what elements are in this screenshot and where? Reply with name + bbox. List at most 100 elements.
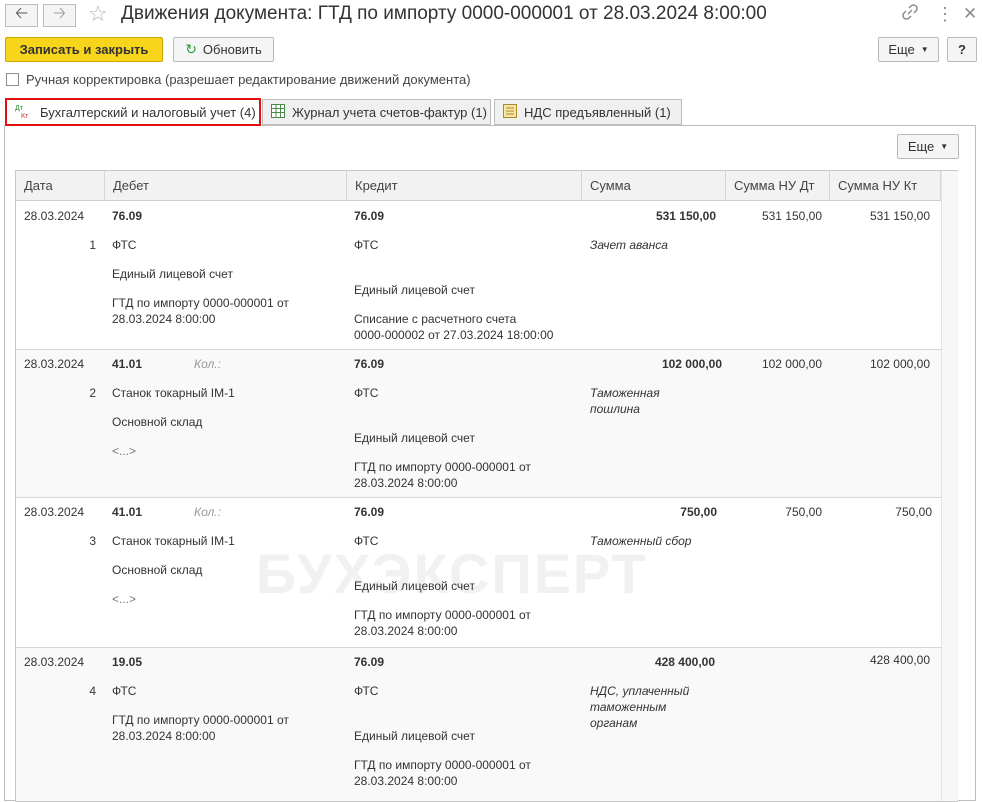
column-header-date[interactable]: Дата [16,171,105,201]
row-debit-sub3: <...> [112,444,137,458]
row-content: НДС, уплаченный [590,684,690,698]
arrow-right-icon: 🡢 [53,5,66,22]
panel-more-button[interactable]: Еще ▼ [897,134,959,159]
row-amount: 531 150,00 [655,209,716,223]
row-credit-sub3: ГТД по импорту 0000-000001 от [354,608,531,622]
column-header-amount[interactable]: Сумма [582,171,726,201]
close-icon[interactable]: ✕ [963,4,977,24]
row-credit-account: 76.09 [354,357,385,371]
row-debit-account: 41.01 [112,505,143,519]
column-header-credit[interactable]: Кредит [347,171,582,201]
row-content-cont: пошлина [590,402,640,416]
tab-accounting[interactable]: Дт Кт Бухгалтерский и налоговый учет (4) [5,98,261,126]
table-icon [271,103,285,121]
refresh-icon: ↻ [185,41,197,57]
row-qty-label: Кол.: [194,505,221,519]
row-debit-sub1: ФТС [112,238,137,252]
movements-table: Дата Дебет Кредит Сумма Сумма НУ Дт Сумм… [15,170,958,802]
row-date: 28.03.2024 [24,655,85,669]
row-amount-nu-dt: 750,00 [785,505,822,519]
column-header-amount-nu-kt[interactable]: Сумма НУ Кт [830,171,941,201]
row-amount-nu-kt: 102 000,00 [869,357,930,371]
tab-label: Бухгалтерский и налоговый учет (4) [40,104,256,120]
row-amount: 428 400,00 [654,655,715,669]
row-number: 2 [89,386,96,400]
row-amount: 102 000,00 [661,357,722,371]
refresh-button[interactable]: ↻ Обновить [173,37,274,62]
save-and-close-button[interactable]: Записать и закрыть [5,37,163,62]
svg-text:Дт: Дт [15,105,24,112]
row-debit-sub1: ФТС [112,684,137,698]
tab-label: Журнал учета счетов-фактур (1) [292,104,487,120]
tab-invoice-journal[interactable]: Журнал учета счетов-фактур (1) [262,99,491,125]
row-number: 3 [89,534,96,548]
row-credit-sub2: Единый лицевой счет [354,729,475,743]
manual-edit-label: Ручная корректировка (разрешает редактир… [26,72,471,87]
row-date: 28.03.2024 [24,357,85,371]
table-header: Дата Дебет Кредит Сумма Сумма НУ Дт Сумм… [16,171,941,201]
row-amount-nu-dt: 102 000,00 [761,357,822,371]
help-button[interactable]: ? [947,37,977,62]
row-debit-sub3: ГТД по импорту 0000-000001 от [112,296,289,310]
column-header-debit[interactable]: Дебет [105,171,347,201]
row-content-cont: органам [590,716,638,730]
more-label: Еще [907,139,935,154]
row-amount: 750,00 [680,505,717,519]
row-content: Таможенный сбор [590,534,692,548]
register-icon [503,103,517,121]
more-button[interactable]: Еще ▼ [878,37,939,62]
row-credit-sub3-cont: 28.03.2024 8:00:00 [354,476,458,490]
back-button[interactable]: 🡠 [5,4,38,27]
row-amount-nu-kt: 531 150,00 [869,209,930,223]
row-debit-account: 76.09 [112,209,143,223]
row-debit-sub1: Станок токарный IM-1 [112,386,235,400]
forward-button[interactable]: 🡢 [43,4,76,27]
row-debit-sub3: 28.03.2024 8:00:00 [112,729,216,743]
vertical-scrollbar[interactable] [941,171,958,801]
link-icon[interactable] [902,4,918,25]
manual-edit-checkbox[interactable] [6,73,19,86]
tab-label: НДС предъявленный (1) [524,104,671,120]
row-credit-sub2: Единый лицевой счет [354,431,475,445]
row-debit-account: 41.01 [112,357,143,371]
row-credit-sub3: ГТД по импорту 0000-000001 от [354,460,531,474]
row-credit-sub3-cont: 28.03.2024 8:00:00 [354,624,458,638]
window-title: Движения документа: ГТД по импорту 0000-… [121,3,767,24]
row-credit-sub1: ФТС [354,386,379,400]
row-date: 28.03.2024 [24,505,85,519]
row-amount-nu-dt: 531 150,00 [761,209,822,223]
row-credit-sub3-cont: 0000-000002 от 27.03.2024 18:00:00 [354,328,554,342]
dt-kt-icon: Дт Кт [15,103,33,122]
row-qty-label: Кол.: [194,357,221,371]
row-content: Таможенная [590,386,660,400]
row-content: Зачет аванса [590,238,668,252]
row-debit-sub2: Единый лицевой счет [112,267,233,281]
row-debit-sub2: Основной склад [112,563,203,577]
row-debit-sub2: ГТД по импорту 0000-000001 от [112,713,289,727]
row-number: 1 [89,238,96,252]
row-amount-nu-kt: 750,00 [895,505,932,519]
column-header-amount-nu-dt[interactable]: Сумма НУ Дт [726,171,830,201]
svg-text:Кт: Кт [21,113,29,119]
row-credit-sub2: Единый лицевой счет [354,283,475,297]
tab-vat-presented[interactable]: НДС предъявленный (1) [494,99,682,125]
row-credit-account: 76.09 [354,505,385,519]
row-amount-nu-kt: 428 400,00 [869,653,930,667]
row-debit-sub3-cont: 28.03.2024 8:00:00 [112,312,216,326]
row-debit-sub2: Основной склад [112,415,203,429]
star-icon[interactable]: ☆ [88,1,108,27]
row-credit-sub1: ФТС [354,534,379,548]
row-credit-sub1: ФТС [354,684,379,698]
row-content-cont: таможенным [590,700,667,714]
row-debit-sub1: Станок токарный IM-1 [112,534,235,548]
row-separator [16,497,941,498]
row-number: 4 [89,684,96,698]
more-label: Еще [888,42,915,57]
row-credit-sub3: Списание с расчетного счета [354,312,517,326]
row-debit-account: 19.05 [112,655,143,669]
arrow-left-icon: 🡠 [15,5,28,22]
row-credit-sub1: ФТС [354,238,379,252]
row-credit-account: 76.09 [354,655,385,669]
vertical-dots-icon[interactable]: ⋮ [936,4,954,25]
row-debit-sub3: <...> [112,592,137,606]
